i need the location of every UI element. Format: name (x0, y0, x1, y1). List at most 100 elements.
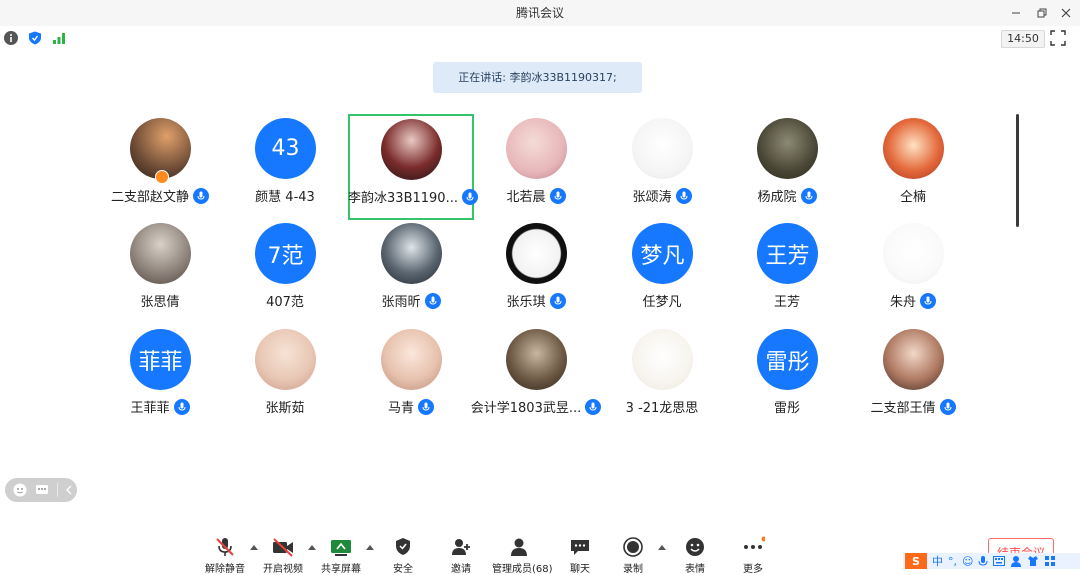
participant-tile[interactable]: 二支部王倩 (850, 325, 976, 431)
avatar (130, 223, 191, 284)
network-signal-button[interactable] (51, 30, 67, 46)
mic-icon (589, 402, 597, 411)
participant-tile[interactable]: 菲菲 王菲菲 (97, 325, 223, 431)
share-options-caret[interactable] (366, 545, 374, 550)
fullscreen-button[interactable] (1050, 30, 1068, 48)
info-icon (4, 31, 18, 45)
mic-icon (429, 296, 436, 305)
mic-icon (680, 191, 687, 200)
participant-tile[interactable]: 7范 407范 (222, 219, 348, 325)
participant-name: 王芳 (773, 295, 800, 310)
ime-emoji-icon[interactable]: ☺ (962, 555, 973, 568)
participant-tile[interactable]: 会计学1803武昱... (471, 325, 602, 431)
grid-scrollbar[interactable] (1016, 114, 1019, 227)
manage-members-button[interactable]: 管理成员(68) (492, 536, 553, 575)
info-button[interactable] (3, 30, 19, 46)
participant-tile[interactable]: 朱舟 (850, 219, 976, 325)
participant-name: 二支部赵文静 (110, 190, 189, 205)
floating-collapse-button[interactable] (61, 482, 77, 498)
chat-icon (571, 540, 589, 555)
restore-icon (1037, 8, 1047, 18)
ime-mic-icon (978, 556, 988, 566)
minimize-button[interactable] (1006, 3, 1026, 23)
participant-tile[interactable]: 仝楠 (850, 114, 976, 220)
status-bar (0, 26, 1080, 50)
mic-active-icon (549, 187, 566, 204)
participant-name-row: 颜慧 4-43 (222, 186, 348, 205)
participant-name-row: 二支部赵文静 (97, 186, 223, 205)
participant-name: 北若晨 (506, 190, 546, 205)
restore-button[interactable] (1032, 3, 1052, 23)
close-button[interactable] (1056, 3, 1076, 23)
participant-tile[interactable]: 张乐琪 (473, 219, 599, 325)
record-options-caret[interactable] (658, 545, 666, 550)
security-shield-button[interactable] (27, 30, 43, 46)
ime-punct-icon[interactable]: °, (948, 555, 957, 568)
participant-tile[interactable]: 张雨昕 (348, 219, 474, 325)
avatar (381, 223, 442, 284)
start-video-button[interactable]: 开启视频 (256, 536, 310, 575)
avatar (381, 119, 442, 180)
participant-tile[interactable]: 马青 (348, 325, 474, 431)
participant-tile[interactable]: 张颂涛 (599, 114, 725, 220)
participant-name-row: 张雨昕 (348, 291, 474, 310)
participant-name: 仝楠 (899, 190, 926, 205)
ime-user-icon (1011, 556, 1022, 567)
signal-icon (53, 33, 65, 44)
participant-tile[interactable]: 张思倩 (97, 219, 223, 325)
more-button[interactable]: 更多 (726, 536, 780, 575)
participant-name: 张斯茹 (265, 401, 305, 416)
floating-divider (57, 483, 58, 497)
record-button[interactable]: 录制 (606, 536, 660, 575)
participant-tile[interactable]: 43 颜慧 4-43 (222, 114, 348, 220)
participant-name-row: 李韵冰33B1190... (348, 187, 478, 206)
invite-button[interactable]: 邀请 (434, 536, 488, 575)
participant-name: 张颂涛 (632, 190, 672, 205)
mic-active-icon (920, 292, 936, 309)
mic-active-icon (424, 292, 441, 309)
avatar: 菲菲 (130, 329, 191, 390)
avatar (506, 223, 567, 284)
participant-tile[interactable]: 3 -21龙思思 (599, 325, 725, 431)
close-icon (1061, 8, 1071, 18)
unmute-button[interactable]: 解除静音 (198, 536, 252, 575)
avatar (632, 118, 693, 179)
mic-icon (422, 402, 430, 411)
avatar (506, 118, 567, 179)
share-screen-button[interactable]: 共享屏幕 (314, 536, 368, 575)
mic-icon (554, 191, 561, 200)
floating-emoji-button[interactable] (12, 482, 28, 498)
participant-tile-active-speaker[interactable]: 李韵冰33B1190... (348, 114, 478, 220)
mic-icon (805, 191, 812, 200)
floating-chat-button[interactable] (34, 482, 50, 498)
participant-tile[interactable]: 雷彤 雷彤 (724, 325, 850, 431)
ime-logo[interactable]: S (905, 553, 927, 569)
participant-tile[interactable]: 北若晨 (473, 114, 599, 220)
fullscreen-icon (1050, 30, 1066, 46)
avatar (757, 118, 818, 179)
reactions-button[interactable]: 表情 (668, 536, 722, 575)
mic-active-icon (173, 398, 190, 415)
security-button[interactable]: 安全 (376, 536, 430, 575)
window-title: 腾讯会议 (515, 6, 564, 20)
participant-name-row: 杨成院 (724, 186, 850, 205)
participant-name: 张乐琪 (506, 295, 546, 310)
participant-tile[interactable]: 梦凡 任梦凡 (599, 219, 725, 325)
participant-name-row: 仝楠 (850, 186, 976, 205)
mic-active-icon (939, 398, 956, 415)
participant-tile[interactable]: 杨成院 (724, 114, 850, 220)
share-screen-icon (331, 540, 351, 556)
ime-mode[interactable]: 中 (932, 553, 943, 569)
participant-tile[interactable]: 张斯茹 (222, 325, 348, 431)
chat-button[interactable]: 聊天 (553, 536, 607, 575)
record-icon (623, 537, 643, 557)
participant-tile[interactable]: 王芳 王芳 (724, 219, 850, 325)
participant-name-row: 朱舟 (850, 291, 976, 310)
members-icon (511, 538, 527, 556)
floating-control-panel (5, 478, 77, 502)
participant-tile[interactable]: 二支部赵文静 (97, 114, 223, 220)
avatar: 43 (255, 118, 316, 179)
host-icon (155, 170, 169, 184)
participant-name-row: 407范 (222, 291, 348, 310)
meeting-clock: 14:50 (1001, 30, 1045, 48)
